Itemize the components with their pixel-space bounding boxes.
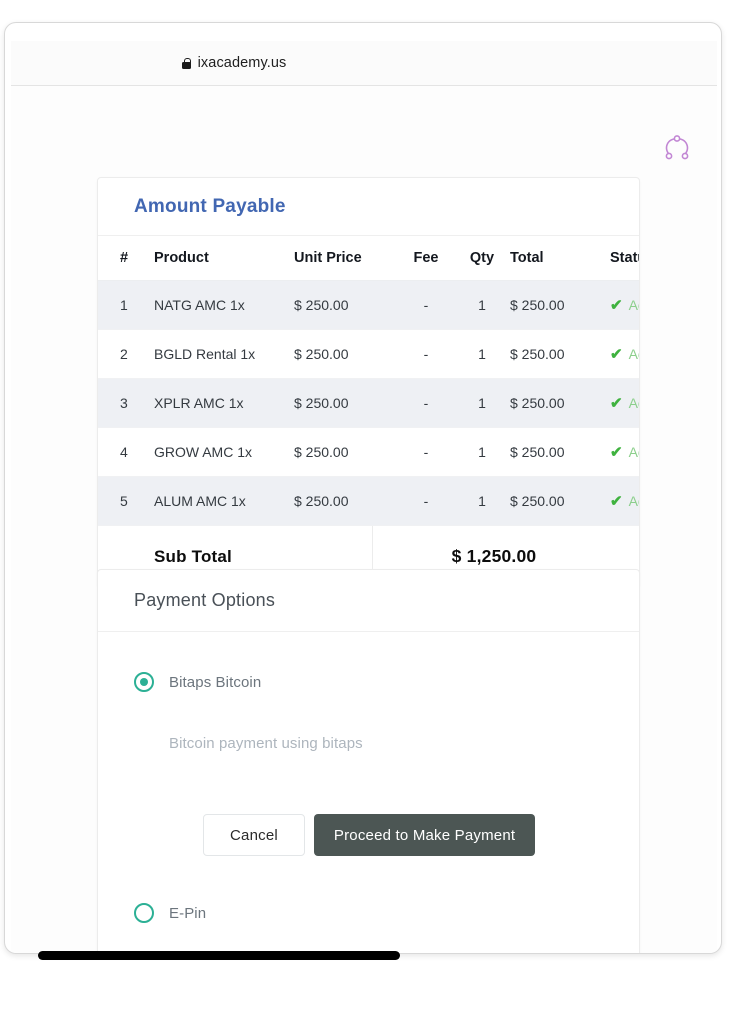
cell-fee: - <box>398 329 454 379</box>
column-header-product: Product <box>154 236 294 281</box>
cell-qty: 1 <box>454 329 510 379</box>
cell-product: ALUM AMC 1x <box>154 476 294 526</box>
table-row: 1NATG AMC 1x$ 250.00-1$ 250.00✔Activ <box>98 280 639 330</box>
cell-unit-price: $ 250.00 <box>294 280 398 330</box>
cell-total: $ 250.00 <box>510 427 610 477</box>
cell-num: 1 <box>98 280 154 330</box>
cell-fee: - <box>398 378 454 428</box>
status-label: Activ <box>628 346 639 362</box>
share-network-icon[interactable] <box>661 132 693 164</box>
column-header-fee: Fee <box>398 236 454 281</box>
cell-status: ✔ Activ <box>610 329 639 379</box>
table-header-row: # Product Unit Price Fee Qty Total Statu… <box>98 236 639 281</box>
payment-option-description: Bitcoin payment using bitaps <box>169 735 363 752</box>
proceed-to-make-payment-button[interactable]: Proceed to Make Payment <box>313 814 536 856</box>
payment-option-label: E-Pin <box>169 904 207 922</box>
cell-num: 4 <box>98 427 154 477</box>
status-badge: ✔ Activ <box>610 296 639 314</box>
cell-total: $ 250.00 <box>510 378 610 428</box>
table-row: 4GROW AMC 1x$ 250.00-1$ 250.00✔Activ <box>98 427 639 477</box>
payment-options-header: Payment Options <box>98 570 639 632</box>
check-icon: ✔ <box>610 296 623 314</box>
column-header-total: Total <box>510 236 610 281</box>
payment-option-epin[interactable]: E-Pin <box>98 903 639 923</box>
status-label: Activ <box>628 493 639 509</box>
status-label: Activ <box>628 395 639 411</box>
status-label: Activ <box>628 297 639 313</box>
cell-status: ✔ Activ <box>610 476 639 526</box>
amount-payable-card: Amount Payable # Product Unit Price Fee … <box>97 177 640 588</box>
column-header-unit-price: Unit Price <box>294 236 398 281</box>
status-badge: ✔ Activ <box>610 492 639 510</box>
table-row: 2BGLD Rental 1x$ 250.00-1$ 250.00✔Activ <box>98 329 639 379</box>
cell-product: NATG AMC 1x <box>154 280 294 330</box>
status-badge: ✔ Activ <box>610 443 639 461</box>
column-header-qty: Qty <box>454 236 510 281</box>
items-table-body: 1NATG AMC 1x$ 250.00-1$ 250.00✔Activ2BGL… <box>98 280 639 526</box>
lock-icon <box>181 57 191 69</box>
cell-total: $ 250.00 <box>510 280 610 330</box>
home-indicator-bar <box>38 951 400 960</box>
check-icon: ✔ <box>610 492 623 510</box>
status-badge: ✔ Activ <box>610 345 639 363</box>
cell-num: 5 <box>98 476 154 526</box>
subtotal-label: Sub Total <box>154 546 232 566</box>
device-frame: ixacademy.us Amount Payable # Product Un… <box>4 22 722 954</box>
cell-fee: - <box>398 427 454 477</box>
cell-unit-price: $ 250.00 <box>294 427 398 477</box>
payment-options-card: Payment Options Bitaps Bitcoin Bitcoin p… <box>97 569 640 953</box>
cell-unit-price: $ 250.00 <box>294 378 398 428</box>
action-buttons-row: Cancel Proceed to Make Payment <box>98 814 639 856</box>
cell-qty: 1 <box>454 378 510 428</box>
subtotal-value: $ 1,250.00 <box>451 546 537 566</box>
cell-status: ✔ Activ <box>610 427 639 477</box>
status-label: Activ <box>628 444 639 460</box>
table-row: 5ALUM AMC 1x$ 250.00-1$ 250.00✔Activ <box>98 476 639 526</box>
table-row: 3XPLR AMC 1x$ 250.00-1$ 250.00✔Activ <box>98 378 639 428</box>
column-header-status: Status <box>610 236 639 281</box>
check-icon: ✔ <box>610 345 623 363</box>
cell-qty: 1 <box>454 280 510 330</box>
cell-qty: 1 <box>454 427 510 477</box>
items-table: # Product Unit Price Fee Qty Total Statu… <box>98 236 639 526</box>
payment-options-title: Payment Options <box>134 590 276 610</box>
cell-product: XPLR AMC 1x <box>154 378 294 428</box>
page-title: Amount Payable <box>134 195 286 217</box>
check-icon: ✔ <box>610 394 623 412</box>
cell-qty: 1 <box>454 476 510 526</box>
radio-epin-icon[interactable] <box>134 903 154 923</box>
cell-unit-price: $ 250.00 <box>294 329 398 379</box>
radio-bitaps-bitcoin-icon[interactable] <box>134 672 154 692</box>
column-header-num: # <box>98 236 154 281</box>
payment-option-bitaps-bitcoin[interactable]: Bitaps Bitcoin <box>98 672 639 692</box>
cancel-button[interactable]: Cancel <box>203 814 305 856</box>
url-inner: ixacademy.us <box>181 55 287 71</box>
cell-total: $ 250.00 <box>510 329 610 379</box>
url-text: ixacademy.us <box>197 55 287 71</box>
cell-product: GROW AMC 1x <box>154 427 294 477</box>
cell-unit-price: $ 250.00 <box>294 476 398 526</box>
page-content-area: Amount Payable # Product Unit Price Fee … <box>11 86 717 953</box>
amount-payable-header: Amount Payable <box>98 178 639 236</box>
cell-status: ✔ Activ <box>610 280 639 330</box>
payment-option-label: Bitaps Bitcoin <box>169 673 262 691</box>
cell-total: $ 250.00 <box>510 476 610 526</box>
cell-product: BGLD Rental 1x <box>154 329 294 379</box>
cell-num: 2 <box>98 329 154 379</box>
cell-fee: - <box>398 280 454 330</box>
check-icon: ✔ <box>610 443 623 461</box>
cell-status: ✔ Activ <box>610 378 639 428</box>
payment-options-body: Bitaps Bitcoin Bitcoin payment using bit… <box>98 632 639 923</box>
status-badge: ✔ Activ <box>610 394 639 412</box>
browser-url-bar[interactable]: ixacademy.us <box>11 41 717 86</box>
cell-num: 3 <box>98 378 154 428</box>
cell-fee: - <box>398 476 454 526</box>
